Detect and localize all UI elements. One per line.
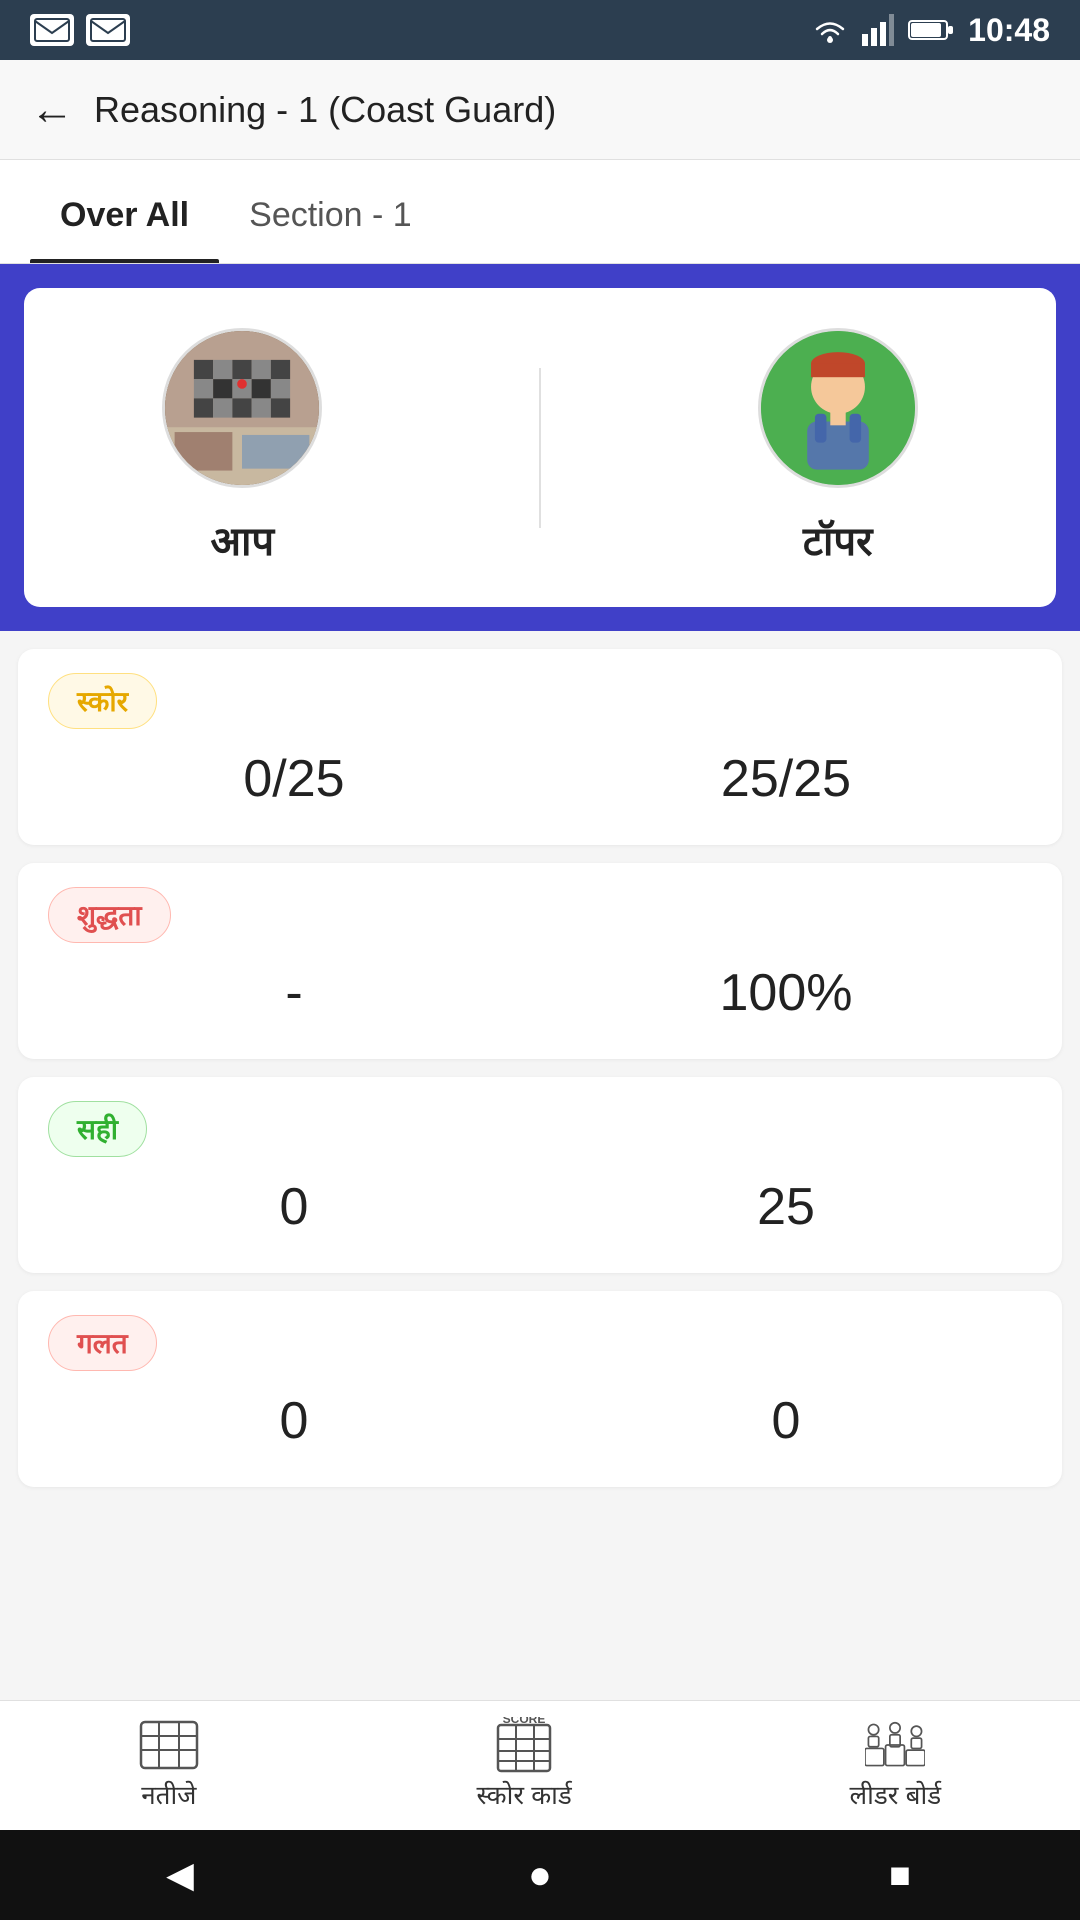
topper-label: टॉपर <box>803 512 873 567</box>
accuracy-badge: शुद्धता <box>48 887 171 943</box>
scorecard-label: स्कोर कार्ड <box>477 1776 572 1812</box>
score-badge: स्कोर <box>48 673 157 729</box>
mail-icon-1 <box>30 14 74 46</box>
you-correct: 0 <box>194 1177 394 1237</box>
android-nav: ◀ ● ■ <box>0 1830 1080 1920</box>
time-display: 10:48 <box>968 12 1050 49</box>
mail-icon-2 <box>86 14 130 46</box>
tabs-container: Over All Section - 1 <box>0 160 1080 264</box>
topper-wrong: 0 <box>686 1391 886 1451</box>
bottom-nav-results[interactable]: नतीजे <box>139 1720 199 1812</box>
wrong-badge: गलत <box>48 1315 157 1371</box>
leaderboard-icon <box>865 1720 925 1770</box>
main-content: आप <box>0 264 1080 1700</box>
battery-icon <box>908 17 954 43</box>
status-bar-right: 10:48 <box>812 12 1050 49</box>
top-nav: ← Reasoning - 1 (Coast Guard) <box>0 60 1080 160</box>
accuracy-card: शुद्धता - 100% <box>18 863 1062 1059</box>
accuracy-values: - 100% <box>48 963 1032 1023</box>
comparison-divider <box>539 368 541 528</box>
topper-avatar <box>758 328 918 488</box>
correct-badge: सही <box>48 1101 147 1157</box>
you-accuracy: - <box>194 963 394 1023</box>
wifi-icon <box>812 12 848 48</box>
you-column: आप <box>162 328 322 567</box>
you-avatar <box>162 328 322 488</box>
scorecard-icon: SCORE <box>494 1720 554 1770</box>
tab-overall[interactable]: Over All <box>30 160 219 263</box>
wrong-values: 0 0 <box>48 1391 1032 1451</box>
you-wrong: 0 <box>194 1391 394 1451</box>
tab-section1[interactable]: Section - 1 <box>219 160 442 263</box>
svg-text:SCORE: SCORE <box>503 1717 546 1726</box>
topper-accuracy: 100% <box>686 963 886 1023</box>
topper-correct: 25 <box>686 1177 886 1237</box>
comparison-card: आप <box>0 264 1080 631</box>
android-recent-button[interactable]: ■ <box>875 1850 925 1900</box>
correct-card: सही 0 25 <box>18 1077 1062 1273</box>
leaderboard-label: लीडर बोर्ड <box>850 1776 942 1812</box>
topper-column: टॉपर <box>758 328 918 567</box>
bottom-nav-leaderboard[interactable]: लीडर बोर्ड <box>850 1720 942 1812</box>
correct-values: 0 25 <box>48 1177 1032 1237</box>
score-card: स्कोर 0/25 25/25 <box>18 649 1062 845</box>
you-score: 0/25 <box>194 749 394 809</box>
signal-icon <box>862 14 894 46</box>
topper-score: 25/25 <box>686 749 886 809</box>
status-bar-left <box>30 14 130 46</box>
android-back-button[interactable]: ◀ <box>155 1850 205 1900</box>
status-bar: 10:48 <box>0 0 1080 60</box>
android-home-button[interactable]: ● <box>515 1850 565 1900</box>
comparison-inner: आप <box>24 288 1056 607</box>
wrong-card: गलत 0 0 <box>18 1291 1062 1487</box>
bottom-nav-scorecard[interactable]: SCORE स्कोर कार्ड <box>477 1720 572 1812</box>
page-title: Reasoning - 1 (Coast Guard) <box>94 89 556 131</box>
bottom-nav: नतीजे SCORE स्कोर कार्ड <box>0 1700 1080 1830</box>
you-label: आप <box>211 512 275 567</box>
results-label: नतीजे <box>141 1776 196 1812</box>
score-values: 0/25 25/25 <box>48 749 1032 809</box>
results-icon <box>139 1720 199 1770</box>
back-button[interactable]: ← <box>30 88 74 132</box>
